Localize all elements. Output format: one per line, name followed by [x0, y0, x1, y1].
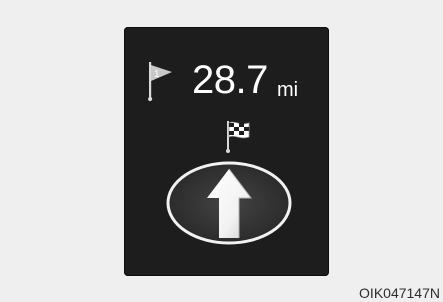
- image-code: OIK047147N: [359, 285, 440, 301]
- straight-arrow-icon: [166, 161, 292, 245]
- distance-value: 28.7: [192, 58, 268, 102]
- waypoint-number: 1: [154, 69, 160, 80]
- flag-icon: 1: [148, 62, 172, 102]
- checkered-flag-icon: [226, 121, 250, 153]
- distance-unit: mi: [277, 79, 299, 101]
